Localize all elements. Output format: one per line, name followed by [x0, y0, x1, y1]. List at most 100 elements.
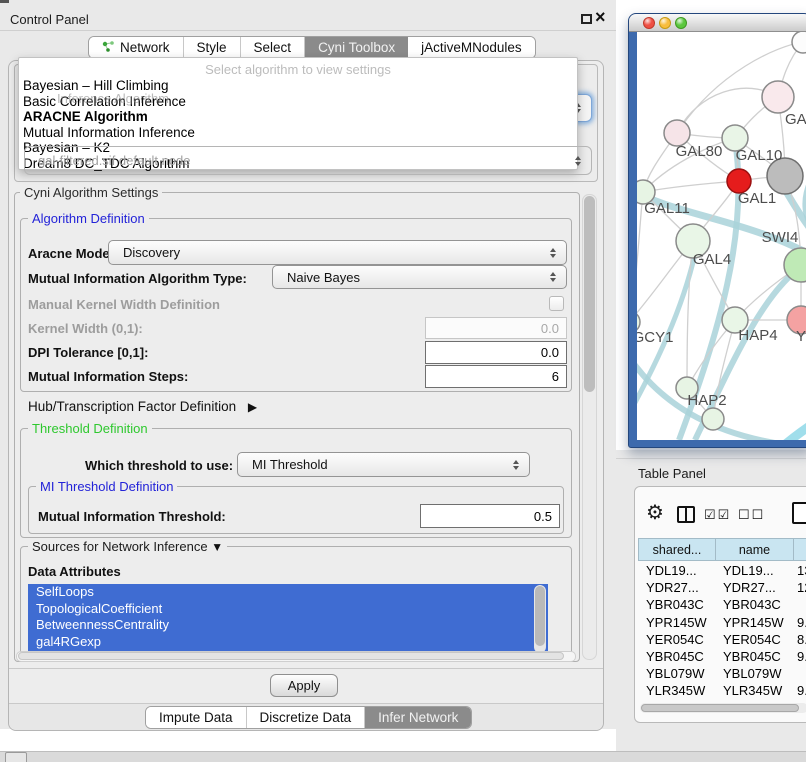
- mi-type-combo[interactable]: Naive Bayes: [272, 265, 567, 289]
- table-row[interactable]: YER054CYER054C8.: [638, 631, 806, 648]
- network-svg[interactable]: GALGAL80GAL10GAL1GAL11GAL4SWI4GCY1HAP4YH…: [637, 32, 806, 440]
- data-attribute-item[interactable]: BetweennessCentrality: [28, 617, 548, 634]
- tab-jactivemnodules[interactable]: jActiveMNodules: [408, 37, 535, 58]
- kernel-width-field[interactable]: 0.0: [425, 317, 567, 339]
- apply-button[interactable]: Apply: [270, 674, 338, 697]
- tab-cyni-toolbox[interactable]: Cyni Toolbox: [305, 37, 408, 58]
- tab-network[interactable]: Network: [89, 37, 184, 58]
- manual-kernel-checkbox[interactable]: [549, 296, 564, 311]
- data-attributes-list: SelfLoopsTopologicalCoefficientBetweenne…: [28, 584, 548, 654]
- table-row[interactable]: YDL19...YDL19...13: [638, 562, 806, 579]
- aracne-mode-combo[interactable]: Discovery: [108, 240, 567, 265]
- table-cell: YDL19...: [638, 563, 715, 578]
- table-row[interactable]: YIL052CYIL052C0.: [638, 700, 806, 703]
- network-node-label: GAL80: [676, 143, 723, 160]
- tab-style[interactable]: Style: [184, 37, 241, 58]
- columns-icon[interactable]: [677, 506, 695, 523]
- which-threshold-combo[interactable]: MI Threshold: [237, 452, 530, 477]
- traffic-light-minimize-icon[interactable]: [659, 17, 671, 29]
- float-window-icon[interactable]: [581, 14, 592, 24]
- tab-infer-network[interactable]: Infer Network: [365, 707, 471, 728]
- table-row[interactable]: YBR043CYBR043C: [638, 596, 806, 613]
- table-cell: YIL052C: [715, 701, 793, 702]
- table-cell: 0.: [793, 701, 806, 702]
- ghost-inference-label: Inference Algorithm: [57, 91, 169, 106]
- minimized-panel-button[interactable]: [5, 752, 27, 762]
- tab-select[interactable]: Select: [241, 37, 306, 58]
- divider: [616, 458, 806, 459]
- gear-icon[interactable]: ⚙: [646, 500, 664, 525]
- table-cell: 13: [793, 563, 806, 578]
- network-tab-icon: [102, 40, 115, 56]
- threshold-definition-title: Threshold Definition: [28, 421, 152, 436]
- table-cell: 9.: [793, 615, 806, 630]
- algorithm-definition-title: Algorithm Definition: [28, 211, 149, 226]
- table-cell: YDR27...: [638, 580, 715, 595]
- table-cell: YPR145W: [638, 615, 715, 630]
- table-cell: 8.: [793, 632, 806, 647]
- network-window-titlebar[interactable]: [629, 14, 806, 32]
- titlebar-divider: [0, 30, 616, 31]
- hub-definition-toggle[interactable]: Hub/Transcription Factor Definition ▶: [28, 399, 257, 414]
- table-cell: 12: [793, 580, 806, 595]
- table-row[interactable]: YPR145WYPR145W9.: [638, 614, 806, 631]
- settings-scrollbar-thumb[interactable]: [584, 196, 595, 392]
- attributes-scrollbar-thumb[interactable]: [535, 586, 545, 646]
- data-attribute-item[interactable]: TopologicalCoefficient: [28, 601, 548, 618]
- mi-steps-field[interactable]: 6: [425, 365, 567, 388]
- table-header-name[interactable]: name: [715, 538, 794, 561]
- document-icon[interactable]: [792, 502, 806, 524]
- table-header-partial[interactable]: [793, 538, 806, 561]
- network-edge[interactable]: [643, 181, 739, 192]
- data-attribute-item[interactable]: gal4RGexp: [28, 634, 548, 651]
- settings-group-title: Cyni Algorithm Settings: [20, 185, 162, 200]
- combo-arrows-icon: [550, 272, 557, 282]
- mi-threshold-group-title: MI Threshold Definition: [36, 479, 177, 494]
- tab-impute-data[interactable]: Impute Data: [146, 707, 247, 728]
- table-cell: YDL19...: [715, 563, 793, 578]
- algorithm-placeholder: Select algorithm to view settings: [19, 58, 577, 78]
- network-node[interactable]: [702, 408, 724, 430]
- unchecked-boxes-icon[interactable]: ☐☐: [738, 507, 765, 523]
- table-cell: YLR345W: [638, 683, 715, 698]
- table-cell: YDR27...: [715, 580, 793, 595]
- dpi-tolerance-field[interactable]: 0.0: [425, 341, 567, 364]
- manual-kernel-label: Manual Kernel Width Definition: [28, 297, 220, 312]
- network-node-label: GAL10: [736, 147, 783, 164]
- algorithm-option[interactable]: ARACNE Algorithm: [19, 109, 577, 125]
- table-header-shared-name[interactable]: shared...: [638, 538, 716, 561]
- network-edge[interactable]: [637, 192, 643, 322]
- network-node-label: Y: [796, 328, 806, 345]
- table-cell: YIL052C: [638, 701, 715, 702]
- table-cell: YER054C: [715, 632, 793, 647]
- traffic-light-close-icon[interactable]: [643, 17, 655, 29]
- sources-group-title[interactable]: Sources for Network Inference ▼: [28, 539, 227, 554]
- checked-boxes-icon[interactable]: ☑☑: [704, 507, 731, 523]
- corner-artifact: [0, 0, 9, 3]
- data-attribute-item[interactable]: SelfLoops: [28, 584, 548, 601]
- table-cell: YBL079W: [715, 666, 793, 681]
- network-node[interactable]: [792, 32, 806, 53]
- settings-hscrollbar-thumb[interactable]: [18, 652, 564, 660]
- close-icon[interactable]: ×: [595, 7, 606, 28]
- traffic-light-zoom-icon[interactable]: [675, 17, 687, 29]
- kernel-width-label: Kernel Width (0,1):: [28, 321, 143, 336]
- table-cell: 9.: [793, 649, 806, 664]
- table-row[interactable]: YDR27...YDR27...12: [638, 579, 806, 596]
- table-cell: YLR345W: [715, 683, 793, 698]
- table-row[interactable]: YBL079WYBL079W: [638, 665, 806, 682]
- network-canvas[interactable]: GALGAL80GAL10GAL1GAL11GAL4SWI4GCY1HAP4YH…: [637, 32, 806, 440]
- network-node[interactable]: [762, 81, 794, 113]
- network-edge[interactable]: [777, 420, 806, 440]
- algorithm-option[interactable]: Mutual Information Inference: [19, 125, 577, 141]
- tab-discretize-data[interactable]: Discretize Data: [247, 707, 366, 728]
- table-cell: YBR045C: [715, 649, 793, 664]
- table-hscrollbar-thumb[interactable]: [641, 704, 799, 712]
- divider: [9, 703, 603, 704]
- network-node-label: HAP4: [738, 327, 777, 344]
- table-row[interactable]: YLR345WYLR345W9.: [638, 682, 806, 699]
- table-row[interactable]: YBR045CYBR045C9.: [638, 648, 806, 665]
- network-data-combo[interactable]: gal-filtered.sif default node: [24, 146, 592, 175]
- mi-threshold-field[interactable]: 0.5: [420, 504, 560, 528]
- table-cell: YBR043C: [638, 597, 715, 612]
